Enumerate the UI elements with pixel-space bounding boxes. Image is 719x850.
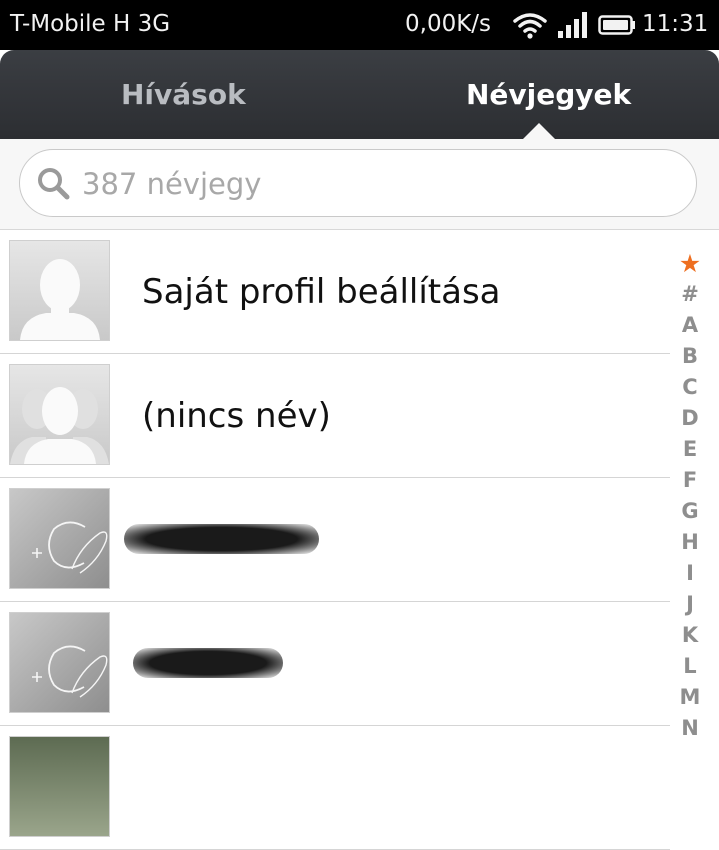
contact-list: Saját profil beállítása (nincs név) <box>0 230 670 850</box>
battery-icon <box>598 15 635 35</box>
add-contact-avatar <box>9 488 110 589</box>
contact-row-own-profile[interactable]: Saját profil beállítása <box>0 230 670 354</box>
index-letter[interactable]: G <box>670 496 710 527</box>
index-letter[interactable]: M <box>670 682 710 713</box>
index-letter[interactable]: # <box>670 279 710 310</box>
network-speed: 0,00K/s <box>405 11 492 37</box>
index-letter[interactable]: K <box>670 620 710 651</box>
redacted-name <box>133 648 283 678</box>
add-contact-avatar <box>9 612 110 713</box>
contact-row-redacted[interactable] <box>0 602 670 726</box>
contact-name: Saját profil beállítása <box>142 272 501 312</box>
search-icon <box>38 168 70 200</box>
group-avatar <box>9 364 110 465</box>
index-letter[interactable]: H <box>670 527 710 558</box>
photo-avatar <box>9 736 110 837</box>
contact-row-no-name[interactable]: (nincs név) <box>0 354 670 478</box>
index-letter[interactable]: I <box>670 558 710 589</box>
contact-row-redacted[interactable] <box>0 478 670 602</box>
tab-contacts[interactable]: Névjegyek <box>466 78 631 111</box>
index-letter[interactable]: E <box>670 434 710 465</box>
index-letter[interactable]: A <box>670 310 710 341</box>
index-letter[interactable]: D <box>670 403 710 434</box>
tab-bar: Hívások Névjegyek <box>0 50 719 139</box>
index-letter[interactable]: L <box>670 651 710 682</box>
tab-calls[interactable]: Hívások <box>121 78 246 111</box>
search-area <box>0 139 719 230</box>
index-letter[interactable]: J <box>670 589 710 620</box>
alphabet-index[interactable]: ★ # A B C D E F G H I J K L M N <box>670 248 710 744</box>
signal-icon <box>558 12 587 38</box>
index-letter[interactable]: B <box>670 341 710 372</box>
wifi-icon <box>513 13 547 39</box>
index-letter[interactable]: N <box>670 713 710 744</box>
redacted-name <box>124 524 319 554</box>
status-bar: T-Mobile H 3G 0,00K/s 11:31 <box>0 0 719 50</box>
carrier-label: T-Mobile H 3G <box>10 11 171 37</box>
active-tab-indicator <box>522 123 556 140</box>
search-box[interactable] <box>19 149 697 217</box>
search-input[interactable] <box>80 164 644 204</box>
contact-row-photo[interactable] <box>0 726 670 850</box>
single-person-avatar <box>9 240 110 341</box>
index-favorites-star-icon[interactable]: ★ <box>670 248 710 279</box>
clock: 11:31 <box>642 11 709 37</box>
index-letter[interactable]: C <box>670 372 710 403</box>
index-letter[interactable]: F <box>670 465 710 496</box>
contact-name: (nincs név) <box>142 396 331 436</box>
